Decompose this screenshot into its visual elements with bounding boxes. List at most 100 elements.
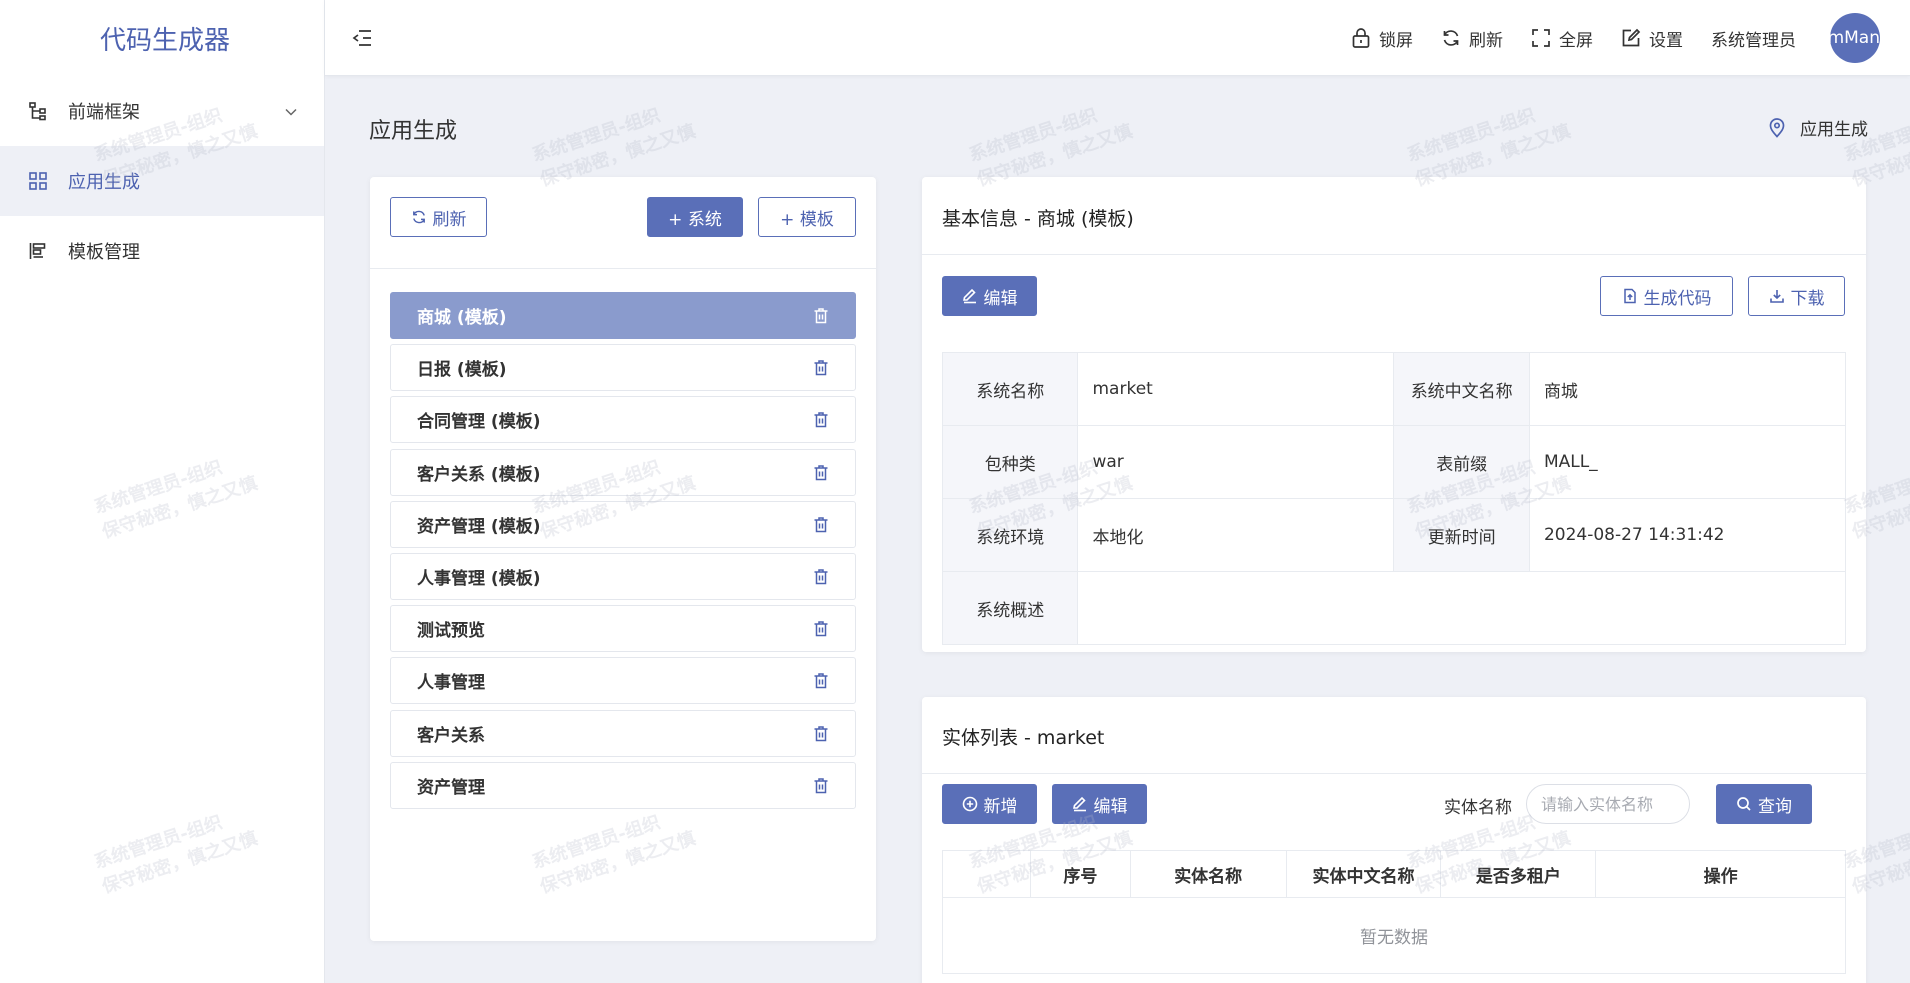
- field-value: 商城: [1528, 352, 1847, 426]
- lock-icon: [1352, 28, 1370, 48]
- trash-icon[interactable]: [813, 359, 829, 381]
- table-row: 包种类 war 表前缀 MALL_: [941, 425, 1847, 499]
- trash-icon[interactable]: [813, 568, 829, 590]
- column-header: 序号: [1029, 850, 1131, 898]
- trash-icon[interactable]: [813, 777, 829, 799]
- trash-icon[interactable]: [813, 516, 829, 538]
- list-item[interactable]: 人事管理: [390, 657, 856, 705]
- query-button[interactable]: 查询: [1716, 784, 1812, 824]
- app-name: 资产管理 (模板): [417, 516, 541, 537]
- app-list-card: 刷新 + 系统 + 模板 商城 (模板) 日报 (模板) 合同管理 (模板) 客户关系…: [370, 177, 876, 941]
- grid-icon: [28, 171, 48, 191]
- column-header: 操作: [1595, 850, 1846, 898]
- field-value: market: [1077, 352, 1395, 426]
- empty-state: 暂无数据: [942, 897, 1846, 974]
- sidebar-item-template-management[interactable]: 模板管理: [0, 216, 324, 286]
- sidebar-item-label: 前端框架: [68, 102, 140, 123]
- pencil-icon: [962, 288, 976, 304]
- page-title: 应用生成: [369, 119, 458, 144]
- search-icon: [1737, 797, 1751, 811]
- avatar[interactable]: mMan: [1830, 13, 1880, 63]
- basic-info-title: 基本信息 - 商城 (模板): [942, 208, 1134, 230]
- field-label: 更新时间: [1393, 498, 1530, 572]
- field-value: MALL_: [1528, 425, 1847, 499]
- entity-table: 序号 实体名称 实体中文名称 是否多租户 操作 暂无数据: [942, 850, 1846, 974]
- settings-button[interactable]: 设置: [1621, 26, 1683, 51]
- column-header: 是否多租户: [1440, 850, 1597, 898]
- edit-entity-button[interactable]: 编辑: [1052, 784, 1147, 824]
- table-row: 系统名称 market 系统中文名称 商城: [941, 352, 1847, 426]
- user-name[interactable]: 系统管理员: [1711, 26, 1796, 51]
- app-name: 客户关系: [417, 725, 485, 746]
- pencil-icon: [1072, 796, 1086, 812]
- refresh-icon: [412, 210, 425, 224]
- app-name: 商城 (模板): [417, 308, 507, 328]
- generate-code-button[interactable]: 生成代码: [1600, 276, 1733, 316]
- trash-icon[interactable]: [813, 464, 829, 486]
- refresh-icon: [1443, 30, 1459, 46]
- app-name: 人事管理: [417, 673, 485, 694]
- field-label: 系统概述: [941, 571, 1079, 645]
- lock-screen-button[interactable]: 锁屏: [1351, 26, 1413, 51]
- trash-icon[interactable]: [813, 307, 829, 329]
- entity-name-input[interactable]: [1526, 784, 1690, 824]
- sidebar-item-app-generation[interactable]: 应用生成: [0, 146, 324, 216]
- refresh-button[interactable]: 刷新: [1441, 26, 1503, 51]
- app-name: 资产管理: [417, 777, 485, 798]
- collapse-sidebar-icon[interactable]: [350, 26, 374, 50]
- field-label: 包种类: [941, 425, 1079, 499]
- top-header: 锁屏 刷新 全屏 设置 系统管理员 mMan: [325, 0, 1910, 76]
- location-pin-icon: [1769, 117, 1785, 138]
- list-item[interactable]: 资产管理 (模板): [390, 500, 856, 548]
- entity-name-label: 实体名称: [1444, 798, 1512, 818]
- trash-icon[interactable]: [813, 411, 829, 433]
- sidebar-item-frontend-framework[interactable]: 前端框架: [0, 76, 324, 146]
- app-name: 日报 (模板): [417, 360, 507, 381]
- generate-file-icon: [1623, 288, 1636, 304]
- table-row: 系统环境 本地化 更新时间 2024-08-27 14:31:42: [941, 498, 1847, 572]
- app-name: 测试预览: [417, 621, 485, 642]
- app-name: 合同管理 (模板): [417, 412, 541, 433]
- list-item[interactable]: 测试预览: [390, 605, 856, 653]
- field-value: [1077, 571, 1846, 645]
- list-item[interactable]: 客户关系 (模板): [390, 448, 856, 496]
- sidebar: 代码生成器 前端框架 应用生成 模板管理: [0, 0, 325, 983]
- add-system-button[interactable]: + 系统: [647, 197, 743, 237]
- list-item[interactable]: 客户关系: [390, 709, 856, 757]
- template-layout-icon: [28, 241, 48, 261]
- fullscreen-icon: [1532, 29, 1550, 47]
- column-header: 实体中文名称: [1285, 850, 1442, 898]
- app-name: 人事管理 (模板): [417, 569, 541, 589]
- trash-icon[interactable]: [813, 672, 829, 694]
- download-button[interactable]: 下载: [1748, 276, 1845, 316]
- add-template-button[interactable]: + 模板: [758, 197, 856, 237]
- list-item[interactable]: 日报 (模板): [390, 344, 856, 392]
- download-icon: [1769, 290, 1784, 303]
- refresh-list-button[interactable]: 刷新: [390, 197, 487, 237]
- app-logo-title: 代码生成器: [100, 25, 231, 56]
- list-item[interactable]: 资产管理: [390, 761, 856, 809]
- trash-icon[interactable]: [813, 620, 829, 642]
- field-value: 本地化: [1077, 498, 1395, 572]
- sidebar-item-label: 模板管理: [68, 242, 140, 263]
- add-entity-button[interactable]: 新增: [942, 784, 1037, 824]
- trash-icon[interactable]: [813, 725, 829, 747]
- list-item[interactable]: 合同管理 (模板): [390, 396, 856, 444]
- field-label: 系统名称: [941, 352, 1079, 426]
- entity-list-title: 实体列表 - market: [942, 727, 1105, 749]
- fullscreen-button[interactable]: 全屏: [1531, 26, 1593, 51]
- field-value: 2024-08-27 14:31:42: [1528, 498, 1847, 572]
- list-item[interactable]: 商城 (模板): [390, 292, 856, 339]
- divider: [922, 773, 1866, 774]
- entity-list-card: 实体列表 - market 新增 编辑 实体名称 查询 序号实体名称实体中文名称…: [922, 697, 1866, 983]
- system-info-table: 系统名称 market 系统中文名称 商城 包种类 war 表前缀 MALL_ 系统环境 本地化更…: [941, 352, 1847, 645]
- list-item[interactable]: 人事管理 (模板): [390, 553, 856, 600]
- breadcrumb: 应用生成: [1768, 115, 1868, 140]
- table-row: 系统概述: [941, 571, 1846, 645]
- column-header: 实体名称: [1129, 850, 1287, 898]
- chevron-down-icon: [284, 103, 298, 124]
- plus-circle-icon: [962, 796, 977, 812]
- column-header: [942, 850, 1031, 898]
- edit-settings-icon: [1622, 28, 1641, 47]
- edit-system-button[interactable]: 编辑: [942, 276, 1037, 316]
